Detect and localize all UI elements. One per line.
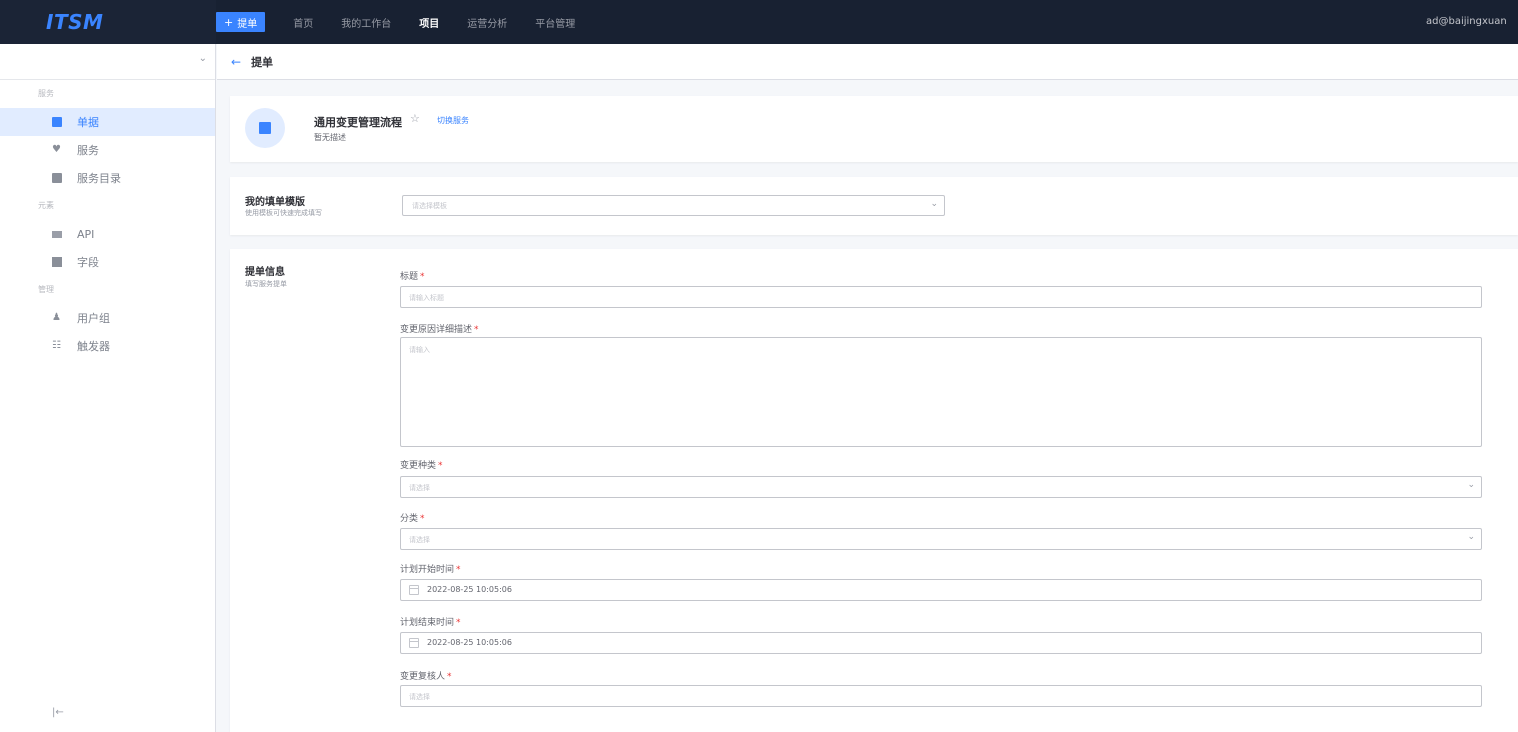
template-section-title: 我的填单模版 [245, 197, 305, 208]
chevron-down-icon: ⌄ [198, 53, 207, 64]
start-time-picker[interactable]: 2022-08-25 10:05:06 [400, 579, 1482, 601]
api-icon [52, 230, 62, 238]
nav-platform-admin[interactable]: 平台管理 [535, 15, 575, 30]
start-time-value: 2022-08-25 10:05:06 [427, 585, 512, 594]
sidebar: ⌄ 服务 单据 ♥ 服务 服务目录 元素 API 字段 管理 ♟ 用户组 ☷ 触… [0, 44, 216, 732]
category-placeholder: 请选择 [409, 536, 430, 544]
chevron-down-icon: ⌄ [1467, 532, 1475, 542]
create-ticket-label: 提单 [237, 18, 258, 30]
sidebar-group-service: 服务 [38, 89, 54, 98]
sidebar-item-services[interactable]: ♥ 服务 [0, 136, 215, 164]
end-time-value: 2022-08-25 10:05:06 [427, 638, 512, 647]
start-time-label: 计划开始时间 * [400, 565, 461, 575]
user-account[interactable]: ad@baijingxuan [1426, 0, 1518, 44]
logo[interactable]: ITSM [46, 10, 103, 34]
title-label: 标题 * [400, 272, 425, 282]
switch-service-link[interactable]: 切换服务 [437, 115, 469, 126]
chevron-down-icon: ⌄ [930, 199, 938, 209]
sidebar-item-label: 字段 [77, 256, 99, 269]
template-section-desc: 使用模板可快速完成填写 [245, 209, 322, 217]
nav-project[interactable]: 项目 [419, 15, 439, 30]
nav-home[interactable]: 首页 [293, 15, 313, 30]
sidebar-item-label: 服务目录 [77, 172, 121, 185]
nav-workbench[interactable]: 我的工作台 [341, 15, 391, 30]
sidebar-item-label: 服务 [77, 144, 99, 157]
chevron-down-icon: ⌄ [1467, 480, 1475, 490]
end-time-picker[interactable]: 2022-08-25 10:05:06 [400, 632, 1482, 654]
calendar-icon [409, 638, 419, 648]
category-select[interactable]: 请选择 ⌄ [400, 528, 1482, 550]
sidebar-item-user-groups[interactable]: ♟ 用户组 [0, 304, 215, 332]
user-group-icon: ♟ [52, 312, 61, 323]
reason-label: 变更原因详细描述 * [400, 325, 479, 335]
catalog-icon [52, 173, 62, 183]
service-title: 通用变更管理流程 [314, 116, 402, 129]
sidebar-item-triggers[interactable]: ☷ 触发器 [0, 332, 215, 360]
change-type-placeholder: 请选择 [409, 484, 430, 492]
calendar-icon [409, 585, 419, 595]
collapse-sidebar-icon[interactable]: |← [52, 707, 64, 718]
document-icon [52, 117, 62, 127]
form-section-desc: 填写服务提单 [245, 280, 287, 288]
template-select-placeholder: 请选择模板 [412, 202, 447, 210]
sidebar-item-label: 触发器 [77, 340, 110, 353]
template-card: 我的填单模版 使用模板可快速完成填写 请选择模板 ⌄ [230, 177, 1518, 235]
title-input[interactable]: 请输入标题 [400, 286, 1482, 308]
page-title: 提单 [251, 55, 274, 69]
template-select[interactable]: 请选择模板 ⌄ [402, 195, 945, 216]
sidebar-item-catalog[interactable]: 服务目录 [0, 164, 215, 192]
sidebar-item-label: 单据 [77, 116, 99, 129]
change-type-label: 变更种类 * [400, 461, 443, 471]
sidebar-item-label: 用户组 [77, 312, 110, 325]
change-type-select[interactable]: 请选择 ⌄ [400, 476, 1482, 498]
logo-area: ITSM [0, 0, 216, 44]
service-description: 暂无描述 [314, 133, 346, 142]
reason-textarea[interactable]: 请输入 [400, 337, 1482, 447]
sidebar-group-element: 元素 [38, 201, 54, 210]
reviewer-placeholder: 请选择 [409, 693, 430, 701]
nav-analytics[interactable]: 运营分析 [467, 15, 507, 30]
project-selector[interactable]: ⌄ [0, 44, 215, 80]
heart-icon: ♥ [52, 144, 61, 155]
end-time-label: 计划结束时间 * [400, 618, 461, 628]
sidebar-item-label: API [77, 227, 95, 241]
reason-textarea-placeholder: 请输入 [409, 346, 430, 354]
field-icon [52, 257, 62, 267]
plus-icon: + [224, 15, 234, 29]
title-input-placeholder: 请输入标题 [409, 294, 444, 302]
trigger-icon: ☷ [52, 340, 61, 351]
category-label: 分类 * [400, 514, 425, 524]
service-card: 通用变更管理流程 ☆ 切换服务 暂无描述 [230, 96, 1518, 162]
arrow-left-icon[interactable]: ← [231, 55, 241, 69]
reviewer-select[interactable]: 请选择 [400, 685, 1482, 707]
form-section-title: 提单信息 [245, 267, 285, 278]
sidebar-group-manage: 管理 [38, 285, 54, 294]
ticket-form-card: 提单信息 填写服务提单 标题 * 请输入标题 变更原因详细描述 * 请输入 变更种类… [230, 249, 1518, 732]
reviewer-label: 变更复核人 * [400, 672, 452, 682]
page-header: ← 提单 [217, 44, 1518, 80]
service-icon [245, 108, 285, 148]
star-icon[interactable]: ☆ [410, 112, 420, 125]
sidebar-item-tickets[interactable]: 单据 [0, 108, 215, 136]
sidebar-item-fields[interactable]: 字段 [0, 248, 215, 276]
top-nav: ITSM + 提单 首页 我的工作台 项目 运营分析 平台管理 ad@baiji… [0, 0, 1518, 44]
sidebar-item-api[interactable]: API [0, 220, 215, 248]
create-ticket-button[interactable]: + 提单 [216, 12, 266, 32]
